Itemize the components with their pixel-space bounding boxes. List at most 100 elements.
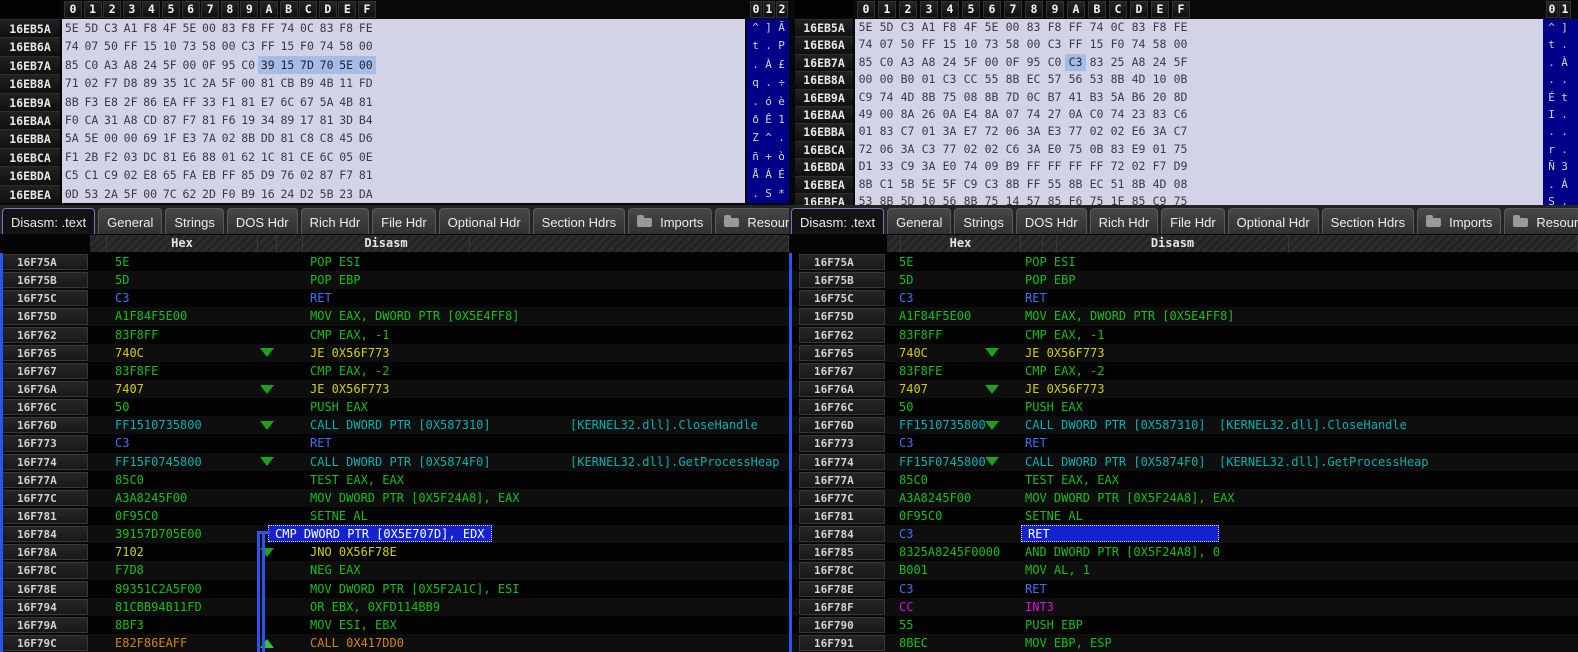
hex-byte-cell[interactable]: 02 [219,129,239,147]
hex-byte-cell[interactable]: 00 [238,74,258,92]
hex-byte-cell[interactable]: 41 [1065,89,1086,106]
hex-byte-cell[interactable]: 00 [1002,19,1023,36]
disasm-row[interactable]: 16F78FCCINT3 [789,598,1578,616]
hex-byte-cell[interactable]: C3 [939,71,960,88]
hex-row-address[interactable]: 16EB7A [0,56,60,74]
disasm-row[interactable]: 16F774FF15F0745800CALL DWORD PTR [0X5874… [789,453,1578,471]
hex-byte-cell[interactable]: FF [258,19,278,37]
disasm-row-address[interactable]: 16F784 [799,526,885,542]
tab-general[interactable]: General [887,208,951,235]
hex-byte-cell[interactable]: 73 [981,36,1002,53]
hex-byte-cell[interactable]: C9 [855,89,876,106]
hex-byte-cell[interactable]: 74 [855,36,876,53]
disasm-row[interactable]: 16F79481CBB94B11FDOR EBX, 0XFD114BB9 [0,598,789,616]
disasm-row-address[interactable]: 16F75A [2,254,88,270]
disasm-row[interactable]: 16F79055PUSH EBP [789,616,1578,634]
disasm-row-address[interactable]: 16F774 [2,454,88,470]
hex-byte-cell[interactable]: 88 [199,148,219,166]
hex-byte-cell[interactable]: 07 [82,37,102,55]
hex-byte-cell[interactable]: F3 [82,93,102,111]
disasm-row[interactable]: 16F75B5DPOP EBP [0,271,789,289]
hex-byte-cell[interactable]: F1 [62,148,82,166]
hex-byte-cell[interactable]: 8B [918,89,939,106]
hex-byte-cell[interactable]: A1 [121,19,141,37]
char-cell[interactable]: ò [775,148,788,166]
hex-byte-cell[interactable]: 5F [219,74,239,92]
hex-byte-cell[interactable]: C3 [1044,36,1065,53]
char-cell[interactable]: . [1558,36,1571,53]
disasm-row[interactable]: 16F76A7407JE 0X56F773 [0,380,789,398]
disasm-row-address[interactable]: 16F78C [799,562,885,578]
hex-byte-cell[interactable]: CC [960,71,981,88]
hex-byte-cell[interactable]: 5F [121,185,141,203]
disasm-row-address[interactable]: 16F75C [2,290,88,306]
char-cell[interactable]: Ñ [1545,158,1558,175]
disasm-row[interactable]: 16F773C3RET [0,434,789,452]
tab-dos-hdr[interactable]: DOS Hdr [1016,208,1087,235]
char-cell[interactable]: . [1558,106,1571,123]
hex-byte-cell[interactable]: 33 [876,158,897,175]
hex-byte-cell[interactable]: C7 [1170,123,1191,140]
hex-byte-cell[interactable]: D6 [356,129,376,147]
hex-byte-cell[interactable]: C8 [317,129,337,147]
char-cell[interactable]: * [775,185,788,203]
hex-byte-cell[interactable]: 15 [939,36,960,53]
hex-byte-cell[interactable]: 58 [199,37,219,55]
hex-byte-cell[interactable]: 5B [317,185,337,203]
hex-byte-cell[interactable]: 74 [1023,106,1044,123]
hex-byte-cell[interactable]: F6 [219,111,239,129]
hex-byte-cell[interactable]: D1 [855,158,876,175]
disasm-row[interactable]: 16F79CE82F86EAFFCALL 0X417DD0 [0,634,789,652]
char-cell[interactable]: t [1545,36,1558,53]
char-cell[interactable]: À [1558,54,1571,71]
disasm-row[interactable]: 16F77A85C0TEST EAX, EAX [789,471,1578,489]
tab-disasm-text[interactable]: Disasm: .text [2,208,95,235]
char-cell[interactable]: . [749,56,762,74]
hex-byte-cell[interactable]: 02 [82,74,102,92]
hex-byte-cell[interactable]: 70 [317,56,337,74]
char-cell[interactable]: . [749,185,762,203]
hex-byte-cell[interactable]: 8B [876,193,897,205]
hex-byte-cell[interactable]: 5E [82,129,102,147]
hex-row-address[interactable]: 16EBAA [0,111,60,129]
disasm-row-address[interactable]: 16F767 [799,363,885,379]
hex-byte-cell[interactable]: C6 [1170,106,1191,123]
hex-byte-cell[interactable]: 8B [960,193,981,205]
disasm-row[interactable]: 16F76A7407JE 0X56F773 [789,380,1578,398]
hex-byte-cell[interactable]: 15 [278,56,298,74]
hex-byte-cell[interactable]: 00 [101,129,121,147]
char-cell[interactable]: . [775,129,788,147]
hex-byte-cell[interactable]: 34 [258,111,278,129]
char-cell[interactable]: . [762,74,775,92]
disasm-row-address[interactable]: 16F762 [799,327,885,343]
disasm-row-address[interactable]: 16F774 [799,454,885,470]
disasm-row[interactable]: 16F7918BECMOV EBP, ESP [789,634,1578,652]
hex-byte-cell[interactable]: 00 [1023,36,1044,53]
tab-dos-hdr[interactable]: DOS Hdr [227,208,298,235]
disasm-row-address[interactable]: 16F76C [2,399,88,415]
hex-row-address[interactable]: 16EB6A [0,37,60,55]
disasm-row[interactable]: 16F784C3RET [789,525,1578,543]
hex-byte-cell[interactable]: 74 [1086,19,1107,36]
hex-row-address[interactable]: 16EBBA [795,123,853,140]
hex-byte-cell[interactable]: C1 [876,176,897,193]
tab-optional-hdr[interactable]: Optional Hdr [1228,208,1319,235]
hex-byte-cell[interactable]: 7D [297,56,317,74]
disasm-row-address[interactable]: 16F78E [799,581,885,597]
hex-byte-cell[interactable]: 83 [1128,19,1149,36]
hex-byte-cell[interactable]: 15 [1086,36,1107,53]
selected-instruction[interactable]: CMP DWORD PTR [0X5E707D], EDX [268,525,492,542]
char-cell[interactable]: ] [1558,19,1571,36]
hex-byte-cell[interactable]: E8 [140,166,160,184]
char-cell[interactable]: P [775,37,788,55]
hex-byte-cell[interactable]: 83 [1023,19,1044,36]
char-cell[interactable]: . [1545,54,1558,71]
char-cell[interactable]: ] [762,19,775,37]
hex-byte-cell[interactable]: E8 [101,93,121,111]
hex-byte-cell[interactable]: 0F [1002,54,1023,71]
hex-byte-cell[interactable]: F7 [101,74,121,92]
char-cell[interactable]: . [1558,193,1571,205]
hex-byte-cell[interactable]: 85 [238,166,258,184]
hex-byte-cell[interactable]: 58 [1149,36,1170,53]
hex-byte-cell[interactable]: 5B [897,176,918,193]
